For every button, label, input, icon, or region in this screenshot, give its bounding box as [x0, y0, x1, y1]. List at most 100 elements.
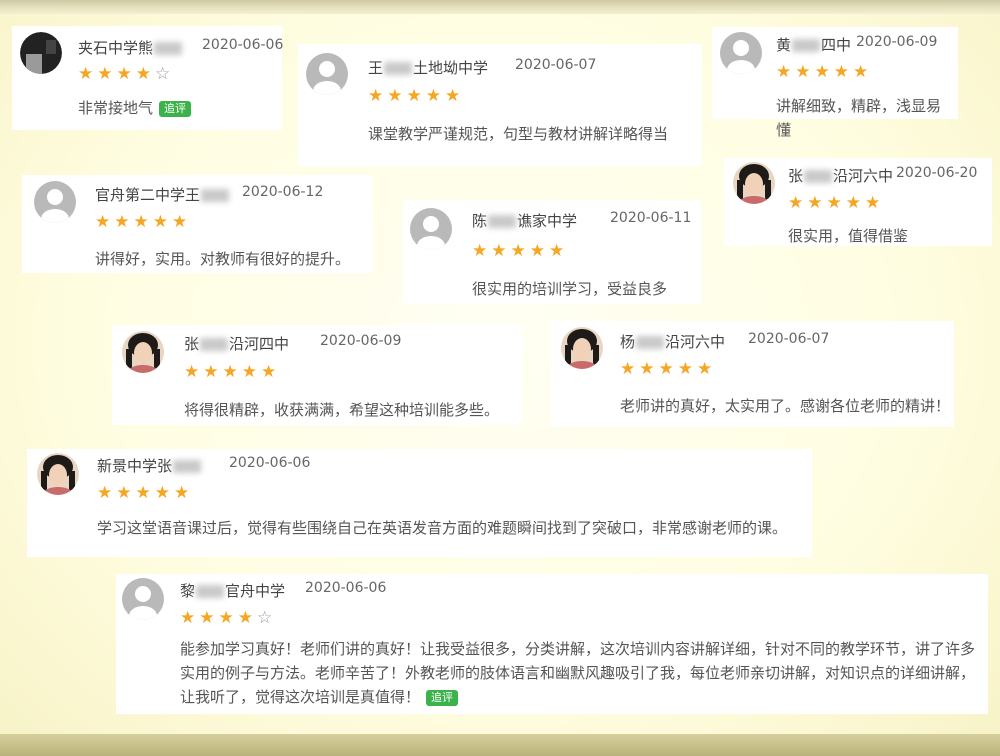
- review-comment-text: 老师讲的真好，太实用了。感谢各位老师的精讲！: [620, 397, 951, 415]
- follow-up-review-badge[interactable]: 追评: [426, 689, 459, 706]
- reviewer-name[interactable]: 黎 官舟中学: [180, 580, 285, 601]
- follow-up-review-badge[interactable]: 追评: [159, 100, 192, 117]
- reviewer-name-suffix: 四中: [821, 36, 852, 54]
- reviewer-name-prefix: 杨: [620, 333, 636, 351]
- star-filled-icon: ★: [135, 483, 155, 503]
- reviewer-name[interactable]: 杨 沿河六中: [620, 331, 725, 352]
- reviewer-name[interactable]: 新景中学张: [97, 455, 202, 476]
- star-rating: ★★★★☆: [78, 66, 174, 83]
- reviewer-name[interactable]: 官舟第二中学王: [95, 184, 230, 205]
- default-avatar-icon[interactable]: [410, 208, 452, 250]
- star-filled-icon: ★: [241, 362, 261, 382]
- star-filled-icon: ★: [826, 193, 846, 213]
- star-filled-icon: ★: [97, 483, 117, 503]
- review-comment: 老师讲的真好，太实用了。感谢各位老师的精讲！: [620, 394, 950, 418]
- review-date: 2020-06-07: [515, 57, 597, 73]
- reviewer-name-prefix: 新景中学张: [97, 457, 173, 475]
- star-filled-icon: ★: [807, 193, 827, 213]
- star-filled-icon: ★: [406, 86, 426, 106]
- name-redaction-blur: [154, 42, 183, 55]
- reviewer-name-suffix: 官舟中学: [225, 582, 286, 600]
- star-filled-icon: ★: [677, 359, 697, 379]
- default-avatar-icon[interactable]: [720, 32, 762, 74]
- photo-woman-avatar-icon[interactable]: [733, 162, 775, 204]
- star-empty-icon: ☆: [257, 608, 277, 628]
- star-filled-icon: ★: [95, 212, 115, 232]
- star-filled-icon: ★: [510, 241, 530, 261]
- star-filled-icon: ★: [445, 86, 465, 106]
- star-rating: ★★★★★: [184, 364, 280, 381]
- star-filled-icon: ★: [387, 86, 407, 106]
- photo-dark-avatar-icon[interactable]: [20, 32, 62, 74]
- star-filled-icon: ★: [184, 362, 204, 382]
- reviewer-name-prefix: 黎: [180, 582, 196, 600]
- review-comment: 很实用，值得借鉴: [788, 224, 978, 248]
- star-filled-icon: ★: [218, 608, 238, 628]
- reviewer-name[interactable]: 夹石中学熊: [78, 37, 183, 58]
- star-filled-icon: ★: [833, 62, 853, 82]
- reviewer-name-prefix: 黄: [776, 36, 792, 54]
- review-comment-text: 非常接地气: [78, 99, 154, 117]
- star-filled-icon: ★: [425, 86, 445, 106]
- star-rating: ★★★★★: [95, 214, 191, 231]
- review-comment: 讲解细致，精辟，浅显易懂: [776, 94, 952, 142]
- star-rating: ★★★★★: [620, 361, 716, 378]
- name-redaction-blur: [196, 585, 225, 598]
- name-redaction-blur: [173, 460, 202, 473]
- reviewer-name-prefix: 张: [788, 167, 804, 185]
- star-filled-icon: ★: [116, 483, 136, 503]
- review-date: 2020-06-07: [748, 331, 830, 347]
- name-redaction-blur: [488, 215, 517, 228]
- review-date: 2020-06-12: [242, 184, 324, 200]
- star-filled-icon: ★: [368, 86, 388, 106]
- bottom-border-band: [0, 734, 1000, 756]
- name-redaction-blur: [384, 62, 413, 75]
- photo-woman-avatar-icon[interactable]: [37, 453, 79, 495]
- reviewer-name-prefix: 陈: [472, 212, 488, 230]
- star-filled-icon: ★: [97, 64, 117, 84]
- star-filled-icon: ★: [795, 62, 815, 82]
- reviewer-name[interactable]: 陈 谯家中学: [472, 210, 577, 231]
- reviewer-name-prefix: 王: [368, 59, 384, 77]
- review-comment: 很实用的培训学习，受益良多: [472, 277, 692, 301]
- review-date: 2020-06-06: [202, 37, 284, 53]
- star-filled-icon: ★: [180, 608, 200, 628]
- reviewer-name[interactable]: 黄 四中: [776, 34, 851, 55]
- reviewer-name-prefix: 张: [184, 335, 200, 353]
- review-date: 2020-06-06: [305, 580, 387, 596]
- reviewer-name-prefix: 夹石中学熊: [78, 39, 154, 57]
- review-comment: 讲得好，实用。对教师有很好的提升。: [95, 247, 365, 271]
- star-filled-icon: ★: [114, 212, 134, 232]
- review-comment: 将得很精辟，收获满满，希望这种培训能多些。: [184, 398, 514, 422]
- star-filled-icon: ★: [237, 608, 257, 628]
- reviewer-name[interactable]: 张 沿河四中: [184, 333, 289, 354]
- review-date: 2020-06-11: [610, 210, 692, 226]
- star-filled-icon: ★: [639, 359, 659, 379]
- star-filled-icon: ★: [116, 64, 136, 84]
- photo-woman-avatar-icon[interactable]: [122, 331, 164, 373]
- review-comment-text: 学习这堂语音课过后，觉得有些围绕自己在英语发音方面的难题瞬间找到了突破口，非常感…: [97, 519, 788, 537]
- name-redaction-blur: [636, 336, 665, 349]
- reviewer-name[interactable]: 张 沿河六中: [788, 165, 893, 186]
- star-filled-icon: ★: [78, 64, 98, 84]
- star-filled-icon: ★: [154, 483, 174, 503]
- default-avatar-icon[interactable]: [122, 578, 164, 620]
- star-filled-icon: ★: [199, 608, 219, 628]
- photo-woman-avatar-icon[interactable]: [561, 327, 603, 369]
- reviewer-name[interactable]: 王 土地坳中学: [368, 57, 488, 78]
- star-filled-icon: ★: [222, 362, 242, 382]
- star-empty-icon: ☆: [155, 64, 175, 84]
- reviewer-name-suffix: 谯家中学: [517, 212, 578, 230]
- star-rating: ★★★★★: [776, 64, 872, 81]
- review-comment-text: 讲得好，实用。对教师有很好的提升。: [95, 250, 351, 268]
- review-comment-text: 将得很精辟，收获满满，希望这种培训能多些。: [184, 401, 500, 419]
- review-comment: 非常接地气 追评: [78, 96, 268, 120]
- star-filled-icon: ★: [788, 193, 808, 213]
- star-rating: ★★★★☆: [180, 610, 276, 627]
- star-filled-icon: ★: [133, 212, 153, 232]
- star-rating: ★★★★★: [97, 485, 193, 502]
- default-avatar-icon[interactable]: [34, 181, 76, 223]
- default-avatar-icon[interactable]: [306, 53, 348, 95]
- review-comment-text: 很实用的培训学习，受益良多: [472, 280, 668, 298]
- star-filled-icon: ★: [865, 193, 885, 213]
